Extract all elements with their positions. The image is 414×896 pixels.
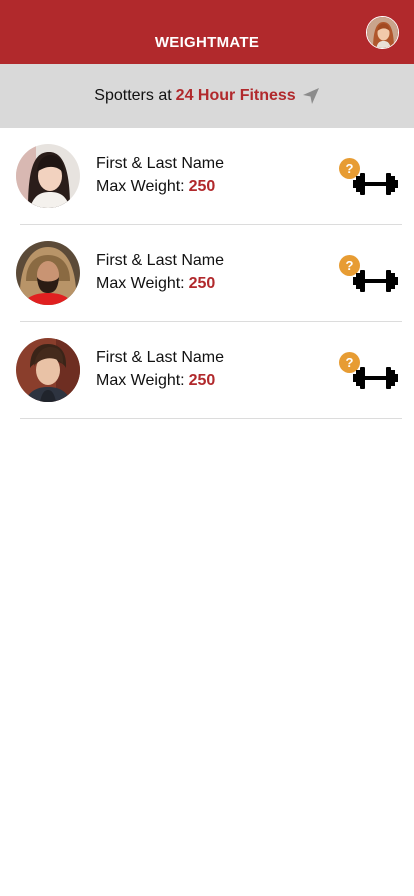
spotter-avatar xyxy=(16,144,80,208)
spot-request-button[interactable]: ? xyxy=(338,253,402,295)
location-arrow-icon[interactable] xyxy=(302,87,320,105)
spotter-row[interactable]: First & Last Name Max Weight: 250 ? xyxy=(0,128,414,225)
location-prefix: Spotters at xyxy=(94,87,172,104)
spotter-row[interactable]: First & Last Name Max Weight: 250 ? xyxy=(0,225,414,322)
spot-request-button[interactable]: ? xyxy=(338,350,402,392)
dumbbell-icon xyxy=(353,270,398,292)
app-header: WEIGHTMATE xyxy=(0,0,414,64)
spotter-name: First & Last Name xyxy=(96,155,225,172)
max-weight-label: Max Weight: xyxy=(96,178,185,195)
row-divider xyxy=(20,417,402,419)
spotter-max-weight: Max Weight: 250 xyxy=(96,178,215,196)
spotter-max-weight: Max Weight: 250 xyxy=(96,275,215,293)
spotter-avatar xyxy=(16,241,80,305)
max-weight-value: 250 xyxy=(188,275,216,292)
max-weight-label: Max Weight: xyxy=(96,275,185,292)
spotter-max-weight: Max Weight: 250 xyxy=(96,372,215,390)
spotter-list: First & Last Name Max Weight: 250 ? Firs… xyxy=(0,128,414,419)
profile-avatar[interactable] xyxy=(366,16,399,49)
dumbbell-icon xyxy=(353,367,398,389)
max-weight-value: 250 xyxy=(188,178,216,195)
spotter-row[interactable]: First & Last Name Max Weight: 250 ? xyxy=(0,322,414,419)
dumbbell-icon xyxy=(353,173,398,195)
gym-name-link[interactable]: 24 Hour Fitness xyxy=(176,87,296,105)
spot-request-button[interactable]: ? xyxy=(338,156,402,198)
location-bar: Spotters at 24 Hour Fitness xyxy=(0,64,414,128)
app-title: WEIGHTMATE xyxy=(154,34,260,51)
spotter-name: First & Last Name xyxy=(96,349,225,366)
spotter-name: First & Last Name xyxy=(96,252,225,269)
max-weight-label: Max Weight: xyxy=(96,372,185,389)
spotter-avatar xyxy=(16,338,80,402)
max-weight-value: 250 xyxy=(188,372,216,389)
